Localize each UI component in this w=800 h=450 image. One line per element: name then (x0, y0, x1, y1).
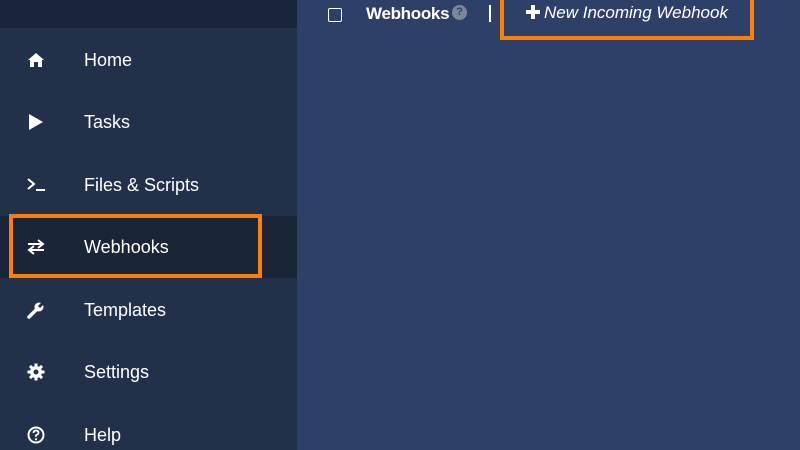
new-incoming-webhook-label: New Incoming Webhook (544, 3, 728, 22)
select-all-checkbox[interactable] (328, 8, 342, 22)
sidebar-item-templates[interactable]: Templates (0, 279, 297, 341)
terminal-icon (26, 175, 46, 195)
sidebar-item-home[interactable]: Home (0, 29, 297, 91)
question-circle-icon (26, 425, 46, 445)
home-icon (26, 50, 46, 70)
header: Webhooks ? New Incoming Webhook (297, 0, 800, 40)
gear-icon (26, 362, 46, 382)
sidebar-item-label: Files & Scripts (84, 175, 200, 195)
plus-icon (526, 5, 540, 19)
page-title: Webhooks (366, 4, 450, 23)
sidebar-item-label: Templates (84, 300, 167, 320)
sidebar-item-settings[interactable]: Settings (0, 341, 297, 403)
sidebar-item-help[interactable]: Help (0, 404, 297, 450)
sidebar-item-label: Help (84, 425, 122, 445)
header-divider (489, 5, 491, 22)
sidebar-item-label: Webhooks (84, 237, 169, 257)
help-icon[interactable]: ? (452, 5, 467, 20)
play-icon (26, 112, 46, 132)
main-content (297, 40, 800, 450)
arrows-exchange-icon (26, 237, 46, 257)
sidebar-item-label: Tasks (84, 112, 131, 132)
sidebar-item-webhooks[interactable]: Webhooks (0, 216, 297, 278)
new-incoming-webhook-button[interactable]: New Incoming Webhook (500, 0, 754, 40)
sidebar-item-files-scripts[interactable]: Files & Scripts (0, 154, 297, 216)
sidebar: Home Tasks Files & Scripts Webhooks Temp… (0, 0, 297, 450)
sidebar-top-strip (0, 0, 297, 28)
sidebar-item-tasks[interactable]: Tasks (0, 91, 297, 153)
sidebar-item-label: Settings (84, 362, 150, 382)
sidebar-item-label: Home (84, 50, 133, 70)
wrench-icon (26, 300, 46, 320)
